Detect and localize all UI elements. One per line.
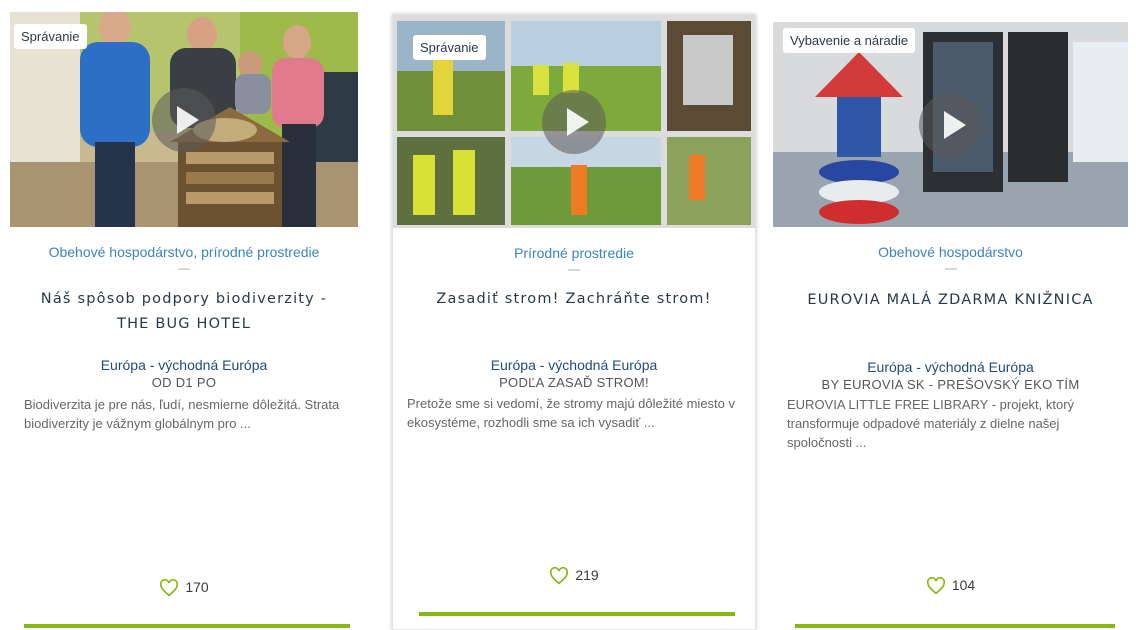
accent-bar — [24, 624, 350, 628]
card-excerpt: Biodiverzita je pre nás, ľudí, nesmierne… — [24, 397, 340, 431]
card-thumbnail[interactable]: Správanie — [393, 15, 755, 228]
category-tag[interactable]: Správanie — [14, 24, 87, 49]
like-button[interactable]: 104 — [773, 577, 1128, 595]
like-button[interactable]: 170 — [10, 579, 358, 597]
like-button[interactable]: 219 — [393, 567, 755, 585]
card-region: Európa - východná Európa — [867, 359, 1034, 375]
card-bug-hotel[interactable]: Správanie Obehové hospodárstvo, prírodné… — [10, 12, 358, 628]
card-region: Európa - východná Európa — [490, 357, 658, 373]
card-category: Obehové hospodárstvo — [878, 244, 1023, 260]
play-icon[interactable] — [918, 92, 983, 157]
play-icon[interactable] — [152, 87, 216, 152]
card-category: Prírodné prostredie — [514, 245, 634, 261]
divider — [944, 268, 957, 270]
divider — [568, 269, 580, 271]
card-plant-tree[interactable]: Správanie Prírodné prostredie Zasadiť st… — [392, 14, 756, 630]
card-free-library[interactable]: Vybavenie a náradie Obehové hospodárstvo… — [773, 22, 1128, 628]
card-title[interactable]: Náš spôsob podpory biodiverzity - THE BU… — [10, 287, 358, 337]
card-category: Obehové hospodárstvo, prírodné prostredi… — [48, 244, 320, 260]
heart-icon[interactable] — [926, 577, 946, 595]
card-excerpt: Pretože sme si vedomí, že stromy majú dô… — [407, 396, 736, 430]
card-thumbnail[interactable]: Vybavenie a náradie — [773, 22, 1128, 227]
heart-icon[interactable] — [159, 579, 179, 597]
card-title[interactable]: EUROVIA MALÁ ZDARMA KNIŽNICA — [773, 288, 1128, 313]
accent-bar — [795, 624, 1115, 628]
category-tag[interactable]: Správanie — [413, 35, 486, 60]
like-count: 104 — [951, 577, 976, 593]
card-region: Európa - východná Európa — [100, 357, 268, 373]
play-icon[interactable] — [542, 89, 606, 154]
heart-icon[interactable] — [549, 567, 569, 585]
card-excerpt: EUROVIA LITTLE FREE LIBRARY - projekt, k… — [787, 397, 1075, 450]
card-author: OD D1 PO — [151, 375, 217, 390]
like-count: 219 — [575, 567, 599, 583]
divider — [178, 268, 190, 270]
like-count: 170 — [185, 579, 209, 595]
card-author: BY EUROVIA SK - PREŠOVSKÝ EKO TÍM — [821, 377, 1080, 392]
accent-bar — [419, 612, 735, 616]
card-title[interactable]: Zasadiť strom! Zachráňte strom! — [393, 287, 755, 312]
category-tag[interactable]: Vybavenie a náradie — [783, 28, 916, 53]
card-thumbnail[interactable]: Správanie — [10, 12, 358, 227]
card-author: PODĽA ZASAĎ STROM! — [499, 375, 649, 390]
